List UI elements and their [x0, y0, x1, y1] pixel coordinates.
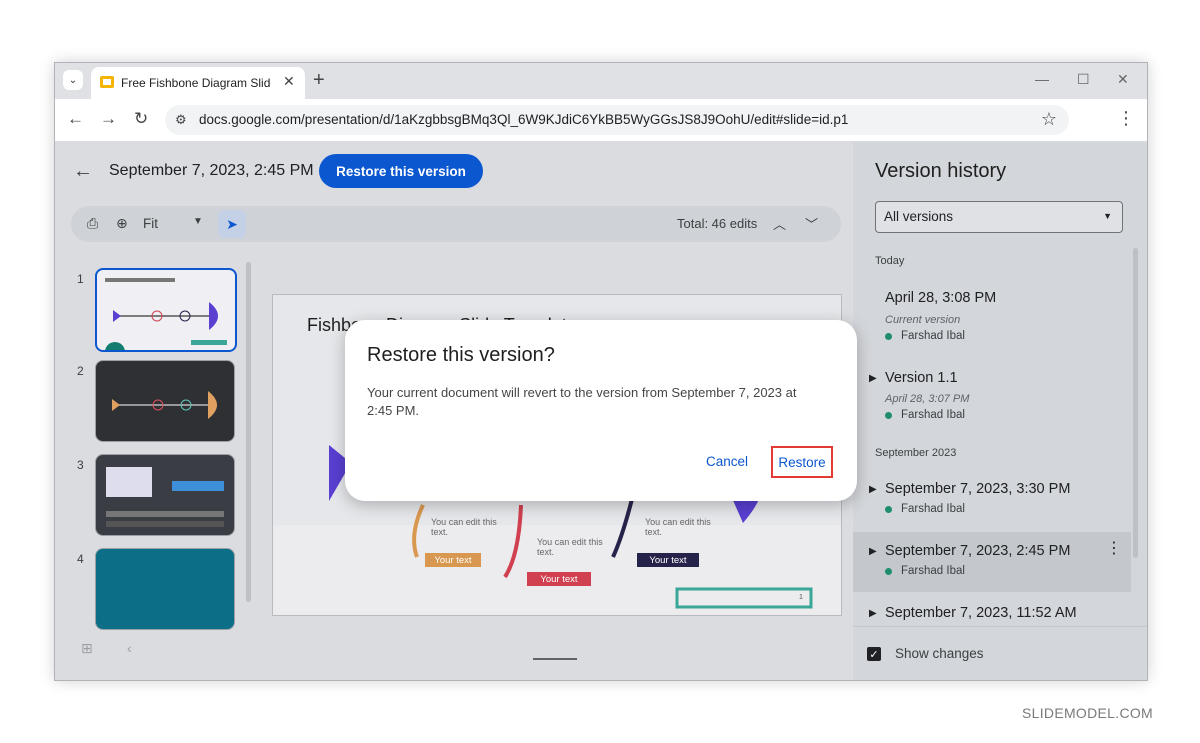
view-toolbar: ⎙ ⊕ Fit ▼ ➤ Total: 46 edits ︿ ﹀ [71, 206, 841, 242]
version-entry-title[interactable]: Version 1.1 [885, 370, 958, 386]
fishbone-dark-thumbnail [112, 391, 217, 419]
forward-arrow-icon[interactable]: → [100, 109, 117, 129]
slides-favicon-icon [100, 76, 114, 88]
version-entry-title[interactable]: September 7, 2023, 3:30 PM [885, 481, 1070, 497]
slide-number: 1 [77, 272, 84, 286]
dialog-body: Your current document will revert to the… [367, 385, 797, 418]
slide-thumbnail-3[interactable] [95, 454, 235, 536]
slide-thumbnail-1[interactable] [95, 268, 237, 352]
tab-search-button[interactable]: ⌄ [63, 70, 83, 90]
close-window-icon[interactable]: ✕ [1117, 71, 1129, 88]
version-history-panel: Version history All versions ▼ Today Apr… [853, 142, 1147, 680]
url-text: docs.google.com/presentation/d/1aKzgbbsg… [199, 112, 849, 127]
slide-pill: Your text [425, 553, 481, 567]
dialog-title: Restore this version? [367, 344, 555, 366]
promo-thumbnail [106, 467, 224, 527]
author-dot-icon [885, 333, 892, 340]
version-list-scrollbar[interactable] [1133, 248, 1138, 558]
slide-page-number: 1 [799, 594, 803, 601]
version-filter-value: All versions [884, 209, 954, 224]
version-entry-sub: Current version [885, 314, 961, 326]
zoom-icon[interactable]: ⊕ [116, 215, 128, 232]
selected-version-row[interactable] [853, 532, 1131, 592]
author-dot-icon [885, 568, 892, 575]
author-dot-icon [885, 506, 892, 513]
author-dot-icon [885, 412, 892, 419]
close-tab-icon[interactable]: ✕ [283, 73, 295, 90]
address-bar[interactable]: ⚙ docs.google.com/presentation/d/1aKzgbb… [165, 105, 1069, 135]
back-arrow-icon[interactable]: ← [67, 109, 84, 129]
tab-strip: ⌄ Free Fishbone Diagram Slide Te ✕ + — ☐… [55, 63, 1147, 99]
version-entry-title[interactable]: September 7, 2023, 2:45 PM [885, 543, 1070, 559]
maximize-icon[interactable]: ☐ [1077, 71, 1090, 88]
version-entry-author: Farshad Ibal [901, 565, 965, 577]
version-history-title: Version history [875, 160, 1007, 182]
watermark: SLIDEMODEL.COM [1022, 705, 1153, 721]
show-changes-row: ✓ Show changes [853, 626, 1147, 680]
total-edits: Total: 46 edits [677, 216, 758, 231]
back-arrow-icon[interactable]: ← [73, 160, 93, 183]
version-entry-title[interactable]: September 7, 2023, 11:52 AM [885, 605, 1077, 621]
show-changes-label[interactable]: Show changes [895, 646, 984, 661]
site-settings-icon[interactable]: ⚙ [175, 112, 187, 128]
reload-icon[interactable]: ↻ [134, 109, 148, 129]
version-entry-author: Farshad Ibal [901, 409, 965, 421]
version-entry-sub: April 28, 3:07 PM [885, 393, 970, 405]
slide-caption: You can edit this text. [537, 537, 603, 557]
slide-number: 2 [77, 364, 84, 378]
cancel-button[interactable]: Cancel [706, 454, 748, 469]
chevron-down-icon: ▼ [1103, 211, 1112, 221]
version-entry-author: Farshad Ibal [901, 330, 965, 342]
restore-version-button[interactable]: Restore this version [319, 154, 483, 188]
expand-caret-icon[interactable]: ▶ [869, 373, 877, 384]
print-icon[interactable]: ⎙ [87, 215, 98, 232]
chevron-down-icon[interactable]: ▼ [193, 216, 203, 227]
more-options-icon[interactable]: ⋮ [1106, 538, 1122, 558]
next-edit-icon[interactable]: ﹀ [805, 214, 818, 233]
collapse-filmstrip-icon[interactable]: ‹ [127, 640, 132, 656]
slide-thumbnail-4[interactable] [95, 548, 235, 630]
section-september: September 2023 [875, 447, 957, 459]
restore-dialog: Restore this version? Your current docum… [345, 320, 857, 501]
slide-pill: Your text [527, 572, 591, 586]
slide-number: 3 [77, 458, 84, 472]
slide-caption: You can edit this text. [645, 517, 711, 537]
version-date: September 7, 2023, 2:45 PM [109, 162, 314, 179]
slide-thumbnail-2[interactable] [95, 360, 235, 442]
zoom-select[interactable]: Fit [143, 216, 158, 231]
confirm-restore-button[interactable]: Restore [771, 446, 833, 478]
tab-title: Free Fishbone Diagram Slide Te [121, 76, 271, 90]
fishbone-thumbnail [105, 302, 227, 350]
slide-caption: You can edit this text. [431, 517, 497, 537]
browser-toolbar: ← → ↻ ⚙ docs.google.com/presentation/d/1… [55, 99, 1147, 142]
new-tab-button[interactable]: + [313, 69, 325, 92]
filmstrip-scrollbar[interactable] [246, 262, 251, 602]
slide-number: 4 [77, 552, 84, 566]
grid-view-icon[interactable]: ⊞ [81, 640, 93, 657]
show-changes-checkbox[interactable]: ✓ [867, 647, 881, 661]
version-filter-select[interactable]: All versions ▼ [875, 201, 1123, 233]
version-entry-author: Farshad Ibal [901, 503, 965, 515]
expand-caret-icon[interactable]: ▶ [869, 546, 877, 557]
expand-caret-icon[interactable]: ▶ [869, 484, 877, 495]
tab-active[interactable]: Free Fishbone Diagram Slide Te ✕ [91, 67, 305, 99]
slide-pill: Your text [637, 553, 699, 567]
previous-edit-icon[interactable]: ︿ [773, 214, 786, 233]
section-today: Today [875, 255, 905, 267]
select-pointer-icon[interactable]: ➤ [218, 210, 246, 238]
filmstrip: 1 2 3 4 [55, 262, 253, 630]
version-entry-title[interactable]: April 28, 3:08 PM [885, 290, 996, 306]
speaker-notes-handle[interactable] [533, 658, 577, 660]
browser-menu-icon[interactable]: ⋮ [1117, 108, 1135, 129]
expand-caret-icon[interactable]: ▶ [869, 608, 877, 619]
minimize-icon[interactable]: — [1035, 71, 1049, 87]
bookmark-star-icon[interactable]: ☆ [1041, 109, 1057, 130]
